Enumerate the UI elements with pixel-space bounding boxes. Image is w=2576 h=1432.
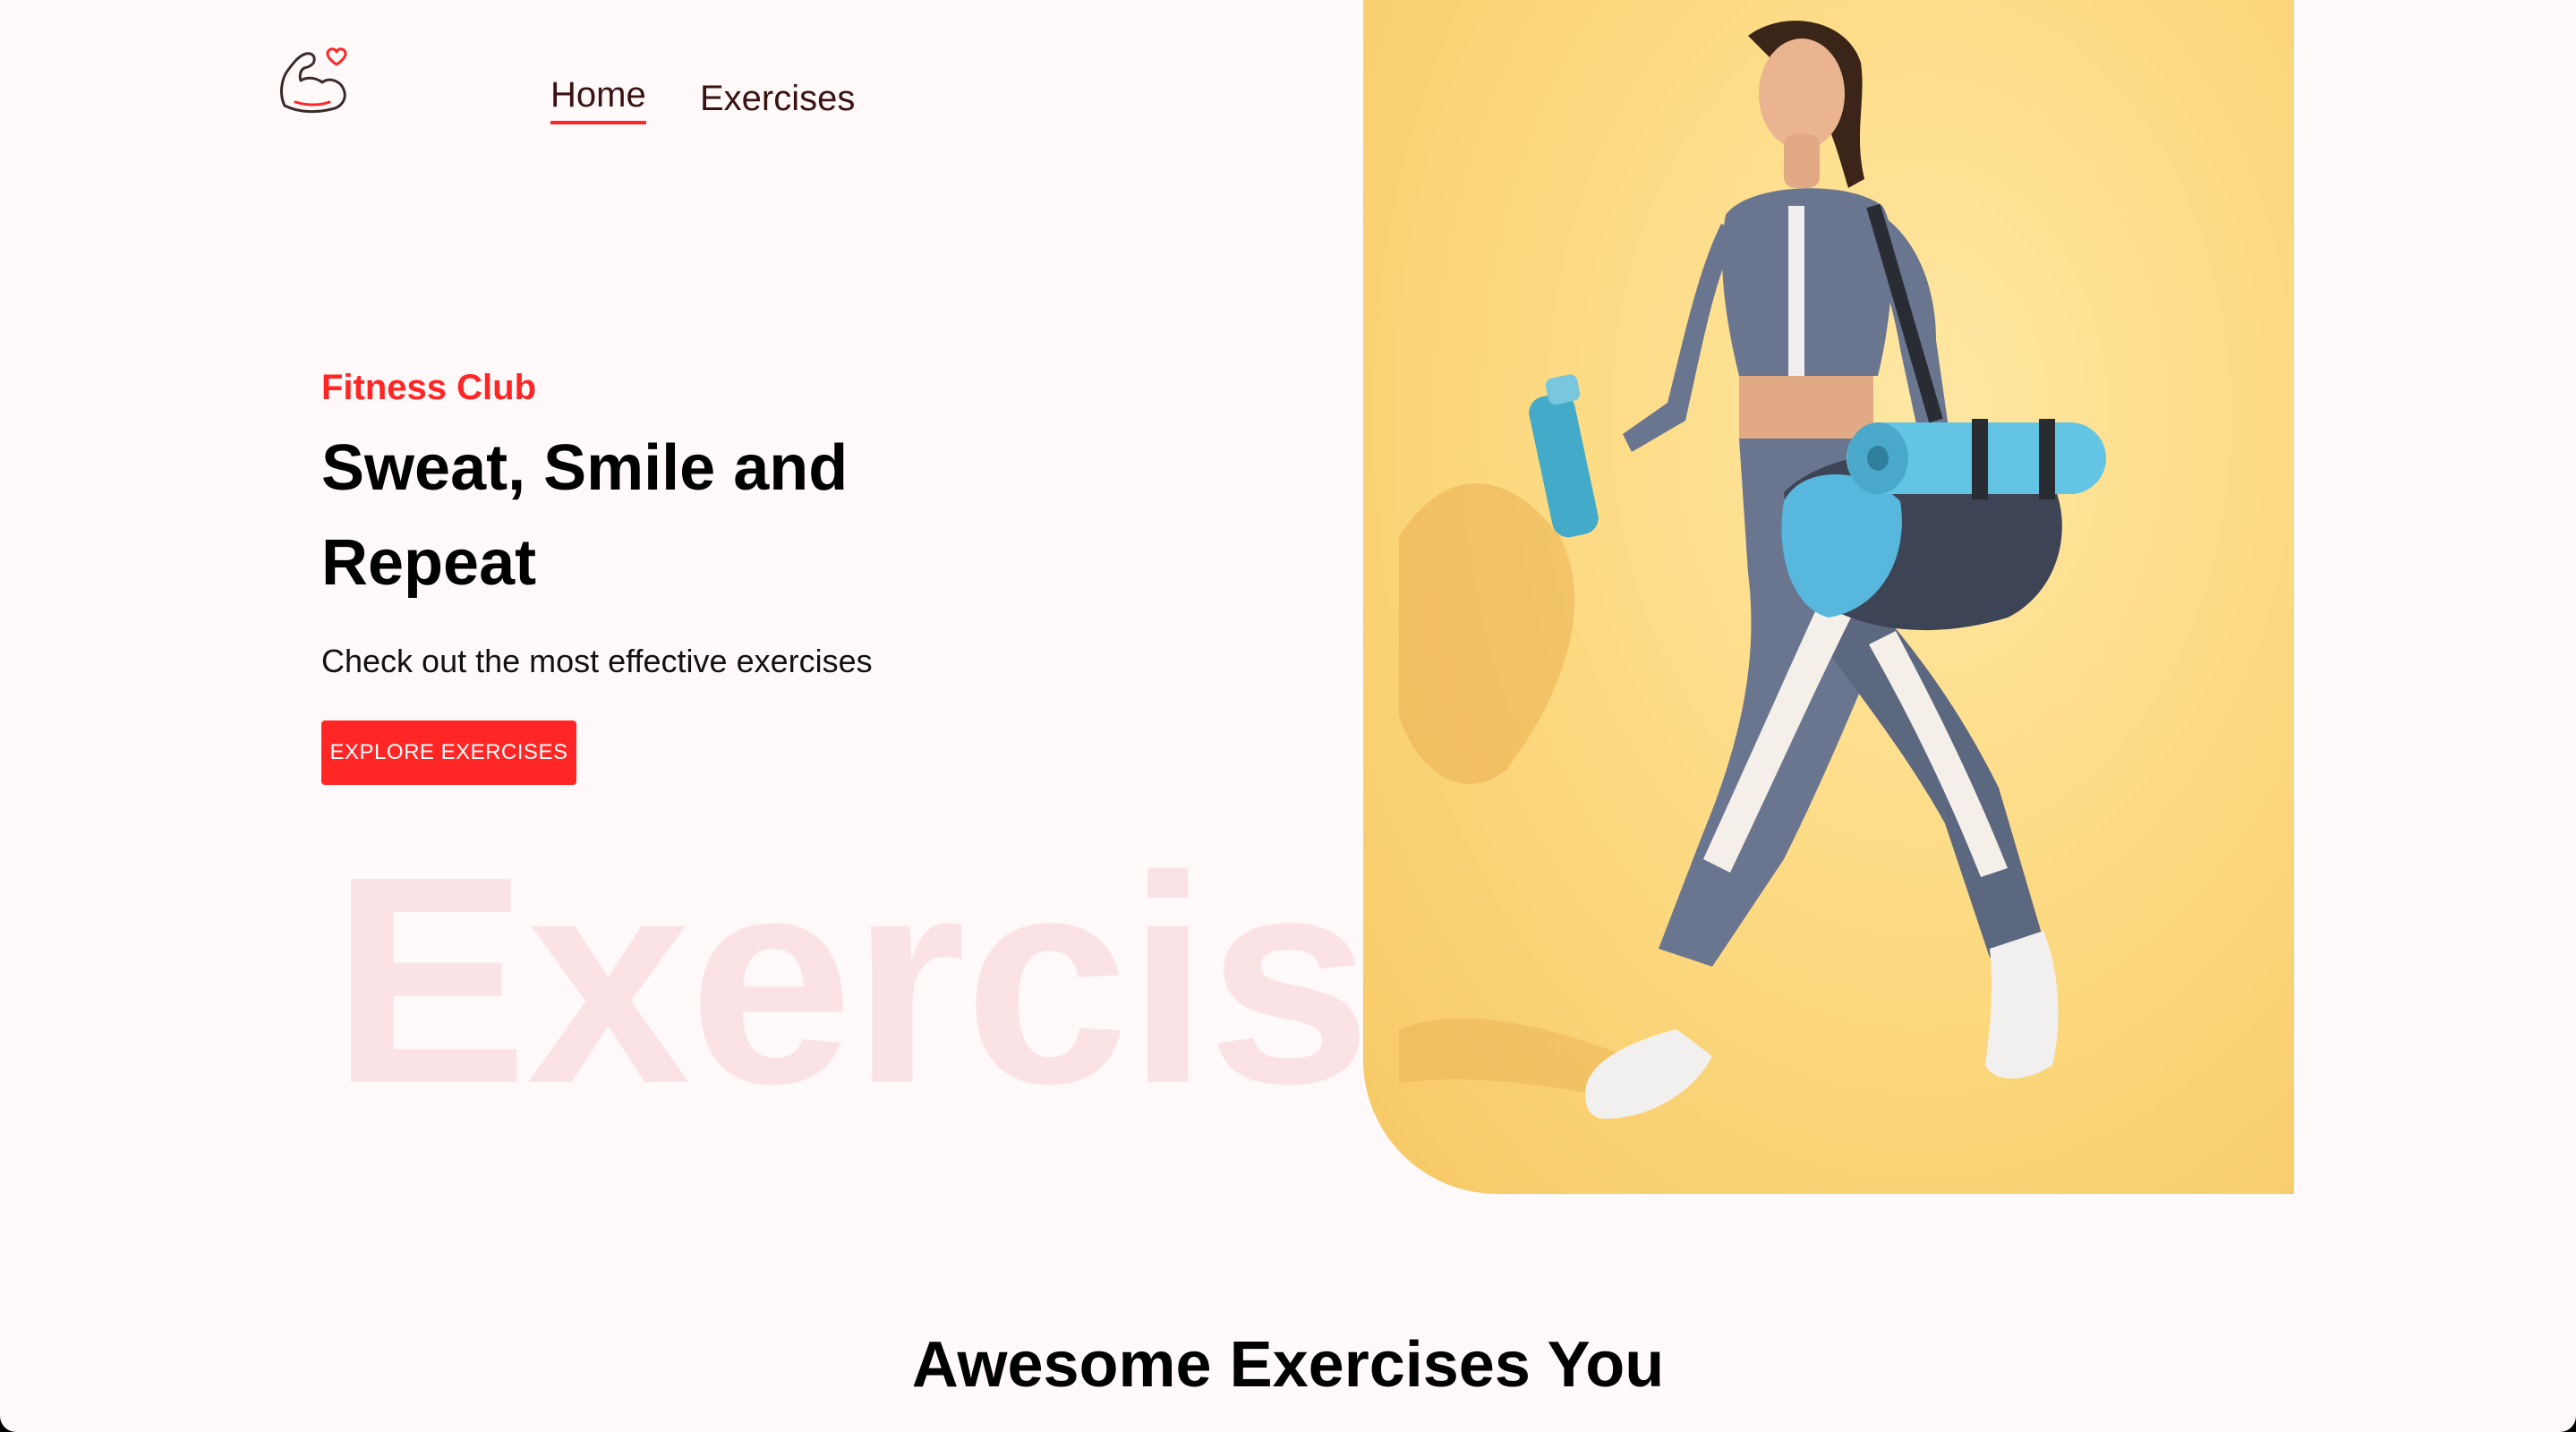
explore-exercises-button[interactable]: EXPLORE EXERCISES — [321, 720, 576, 785]
nav-exercises-link[interactable]: Exercises — [700, 79, 855, 119]
hero-watermark-text: Exercis — [331, 814, 1371, 1145]
hero-subtitle: Check out the most effective exercises — [321, 643, 873, 679]
hero-banner-image — [1363, 0, 2294, 1194]
hero-eyebrow: Fitness Club — [321, 368, 537, 407]
flexed-arm-heart-icon — [280, 47, 347, 114]
hero-title-line-1: Sweat, Smile and — [321, 432, 849, 504]
woman-with-gym-bag-illustration — [1399, 21, 2106, 1119]
logo[interactable] — [276, 43, 351, 120]
hero-title: Sweat, Smile and Repeat — [321, 421, 930, 610]
page: Home Exercises Exercis Fitness Club Swea… — [0, 0, 2576, 1432]
hero-title-line-2: Repeat — [321, 527, 537, 599]
section-title: Awesome Exercises You — [911, 1329, 1665, 1401]
nav-home-link[interactable]: Home — [550, 75, 646, 124]
